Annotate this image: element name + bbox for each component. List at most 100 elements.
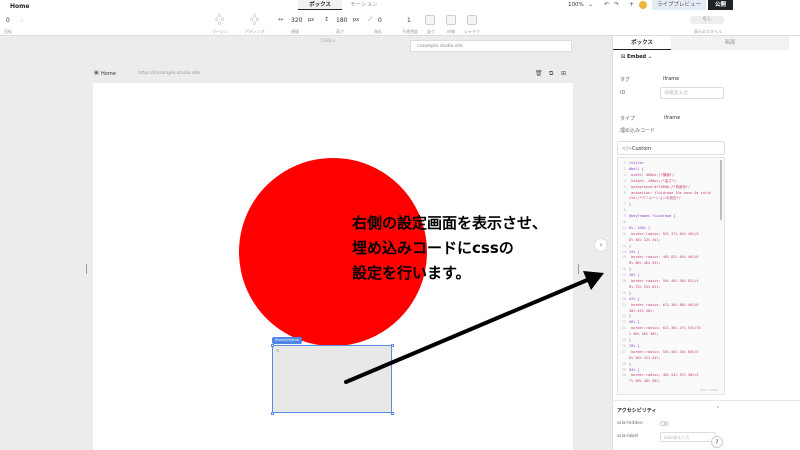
- width-input[interactable]: 320: [291, 17, 302, 24]
- code-text: background:#ff0000;/*背景色*/: [629, 184, 691, 189]
- code-line: 11 0%, 100% {: [618, 226, 650, 231]
- code-text: 14% {: [629, 249, 640, 254]
- page-name[interactable]: Home: [101, 71, 116, 77]
- publish-button[interactable]: 公開: [708, 0, 733, 10]
- code-line: 15 border-radius: 46% 82% 64% 46%/6: [618, 255, 699, 260]
- resize-handle-tl[interactable]: [271, 344, 274, 347]
- live-preview-button[interactable]: ライブプレビュー: [652, 0, 706, 10]
- page-url[interactable]: https://cssample.studio.site: [138, 71, 200, 76]
- undo-icon[interactable]: ↶: [604, 1, 609, 8]
- code-line: 3 width: 400px;/*横幅*/: [618, 173, 674, 178]
- code-line: 22}: [618, 314, 631, 319]
- code-type-value: Custom: [632, 146, 652, 152]
- code-line: 5 background:#ff0000;/*背景色*/: [618, 185, 690, 190]
- chevron-right-icon[interactable]: ›: [594, 238, 608, 252]
- height-input[interactable]: 180: [336, 17, 347, 24]
- code-text: #ball {: [629, 166, 644, 171]
- gear-icon[interactable]: ⚙: [276, 348, 280, 353]
- tag-value[interactable]: iframe: [663, 76, 679, 82]
- resize-handle-bl[interactable]: [271, 412, 274, 415]
- left-resize-handle[interactable]: [86, 264, 87, 274]
- code-text: 30% 62% 30%;: [629, 308, 655, 313]
- add-icon[interactable]: +: [629, 1, 634, 8]
- code-char-count: 423 / 10000: [700, 388, 719, 392]
- code-text: border-radius: 61% 30% 86% 46%/6: [629, 302, 699, 307]
- page-icon: ▣: [94, 70, 99, 76]
- display-style-button[interactable]: なし: [690, 16, 724, 24]
- panel-tab-box[interactable]: ボックス: [613, 36, 671, 50]
- zoom-level[interactable]: 100%: [568, 2, 584, 8]
- annotation-line-2: 埋め込みコードにcssの: [352, 239, 514, 257]
- annotation-line-1: 右側の設定画面を表示させ、: [352, 214, 548, 232]
- padding-control[interactable]: 00 00: [247, 14, 263, 26]
- code-scrollbar[interactable]: [720, 160, 722, 220]
- add-page-icon[interactable]: ⊞: [561, 70, 566, 77]
- resize-handle-br[interactable]: [391, 412, 394, 415]
- accessibility-title: アクセシビリティ: [617, 408, 657, 414]
- fill-swatch[interactable]: [425, 15, 435, 25]
- height-unit[interactable]: px: [353, 17, 359, 23]
- code-line: 23 56% {: [618, 320, 640, 325]
- line-number: 9: [623, 214, 626, 219]
- display-style-label: 表示のスタイル: [694, 29, 722, 34]
- code-text: 0% 86% 46% 55%;: [629, 261, 661, 266]
- code-editor[interactable]: 1 <style> 2 #ball {3 width: 400px;/*横幅*/4 h…: [617, 157, 725, 395]
- redo-icon[interactable]: ↷: [614, 1, 619, 8]
- code-text: 7% 58% 48% 48%;: [629, 379, 661, 384]
- code-type-select[interactable]: </> Custom: [617, 141, 725, 155]
- line-number: 30: [621, 373, 626, 378]
- margin-control[interactable]: 00 00: [212, 14, 228, 26]
- right-resize-handle[interactable]: [578, 264, 579, 274]
- code-line: 10: [618, 220, 629, 225]
- avatar[interactable]: [639, 1, 647, 9]
- chevron-down-icon[interactable]: ⌄: [588, 1, 593, 8]
- width-unit[interactable]: px: [308, 17, 314, 23]
- embed-element[interactable]: [272, 345, 392, 413]
- border-swatch[interactable]: [446, 15, 456, 25]
- tab-box[interactable]: ボックス: [298, 0, 342, 10]
- code-text: 42% {: [629, 296, 640, 301]
- trash-icon[interactable]: 🗑: [535, 70, 543, 77]
- code-line: 19}: [618, 291, 631, 296]
- radius-input[interactable]: 0: [378, 17, 382, 24]
- id-input[interactable]: ID名を入力: [660, 87, 724, 99]
- code-text: 84% {: [629, 367, 640, 372]
- code-text: border-radius: 61% 30% 47% 53%/70: [629, 326, 701, 331]
- opacity-input[interactable]: 1: [407, 17, 411, 24]
- code-text: border-radius: 93% 37% 84% 46%/9: [629, 231, 699, 236]
- embed-element-tag: iframe/Iframe: [272, 337, 302, 344]
- panel-tab-screen[interactable]: 画面: [671, 36, 789, 50]
- line-number: 26: [621, 343, 626, 348]
- component-select[interactable]: ⊡ Embed ⌄: [621, 54, 652, 60]
- resize-handle-tr[interactable]: [391, 344, 394, 347]
- aria-label-input[interactable]: label名を入力: [660, 432, 716, 442]
- code-text: 70% {: [629, 343, 640, 348]
- code-line: 8% 75% 35% 62%;: [618, 285, 661, 290]
- type-value[interactable]: iframe: [664, 115, 680, 121]
- chevron-up-icon[interactable]: ⌃: [716, 406, 720, 412]
- copy-icon[interactable]: ⧉: [549, 70, 553, 78]
- line-number: 24: [621, 326, 626, 331]
- code-text: }: [629, 314, 632, 319]
- page-header: ▣ Home https://cssample.studio.site 🗑 ⧉ …: [93, 70, 573, 82]
- section-divider: [612, 400, 800, 401]
- code-line: 24 border-radius: 61% 30% 47% 53%/70: [618, 326, 701, 331]
- code-text: border-radius: 55% 50% 34% 60%/5: [629, 349, 699, 354]
- line-number: 3: [623, 172, 626, 177]
- line-number: 22: [621, 314, 626, 319]
- code-line: 28}: [618, 362, 631, 367]
- tab-motion[interactable]: モーション: [342, 0, 386, 10]
- rotation-mark: ⌟: [20, 16, 23, 23]
- line-number: 23: [621, 320, 626, 325]
- shadow-swatch[interactable]: [467, 15, 477, 25]
- border-label: 枠線: [447, 29, 455, 34]
- rotation-field[interactable]: 0: [6, 17, 10, 24]
- code-line: 30 border-radius: 46% 54% 91% 50%/5: [618, 373, 699, 378]
- code-text: }: [629, 338, 632, 342]
- aria-label-label: aria-label: [617, 434, 639, 439]
- tag-label: タグ: [620, 77, 631, 83]
- code-line: 0% 56% 32% 44%;: [618, 356, 661, 361]
- help-button[interactable]: ?: [711, 436, 723, 448]
- line-number: 13: [621, 243, 626, 248]
- code-text: <style>: [629, 161, 644, 165]
